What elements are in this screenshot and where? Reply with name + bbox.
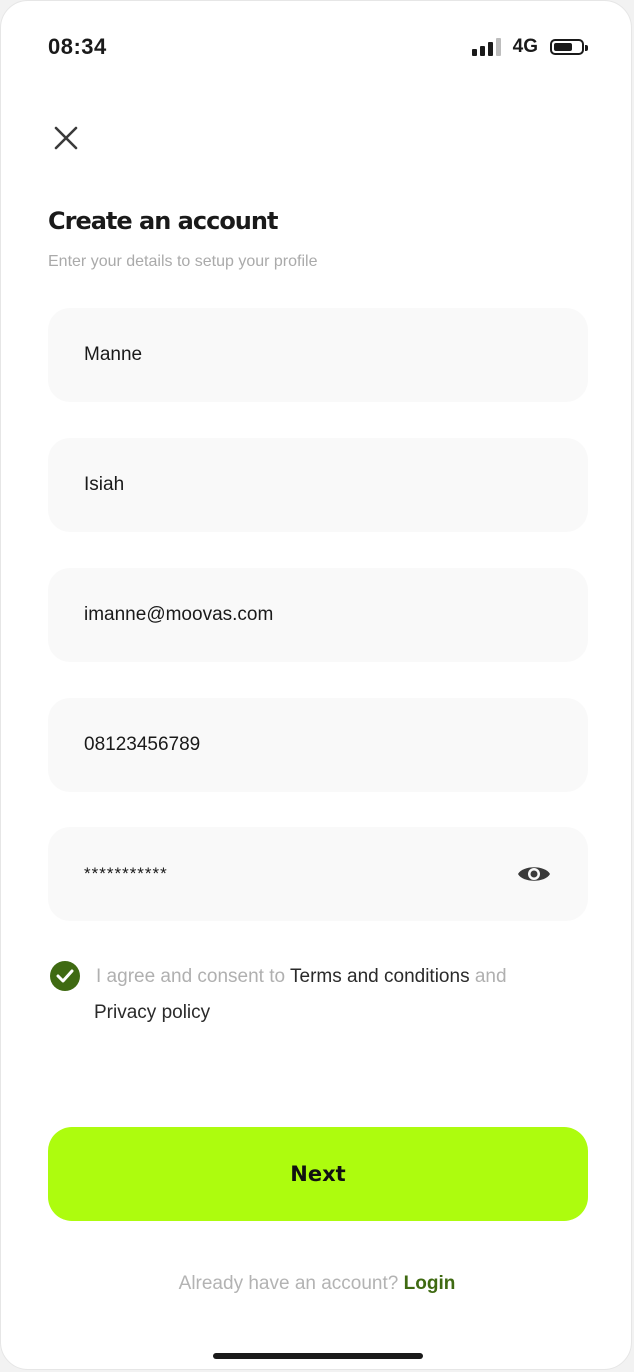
email-field[interactable] xyxy=(48,568,588,662)
last-name-field[interactable] xyxy=(48,438,588,532)
terms-link[interactable]: Terms and conditions xyxy=(290,966,470,987)
page-subtitle: Enter your details to setup your profile xyxy=(48,253,318,270)
home-indicator[interactable] xyxy=(213,1353,423,1359)
status-bar: 08:34 4G xyxy=(48,29,588,65)
agree-checkbox[interactable] xyxy=(50,961,80,991)
privacy-link[interactable]: Privacy policy xyxy=(94,1002,210,1023)
battery-icon xyxy=(550,39,588,55)
network-type: 4G xyxy=(512,36,538,57)
phone-input[interactable] xyxy=(84,734,552,756)
close-button[interactable] xyxy=(49,121,83,155)
phone-screen: 08:34 4G Create an account Enter your de… xyxy=(0,0,632,1370)
password-field[interactable]: *********** xyxy=(48,827,588,921)
login-prompt: Already have an account? Login xyxy=(1,1273,631,1295)
next-button[interactable]: Next xyxy=(48,1127,588,1221)
login-link[interactable]: Login xyxy=(404,1273,456,1294)
close-icon xyxy=(54,126,78,150)
login-prompt-text: Already have an account? xyxy=(178,1273,404,1294)
eye-icon xyxy=(518,867,550,881)
password-input[interactable]: *********** xyxy=(84,864,516,884)
email-input[interactable] xyxy=(84,604,552,626)
agreement-conjunction: and xyxy=(469,966,507,987)
battery-level xyxy=(554,43,573,51)
terms-agreement: I agree and consent to Terms and conditi… xyxy=(48,959,568,1031)
page-title: Create an account xyxy=(48,207,278,235)
status-icons: 4G xyxy=(471,36,588,58)
agreement-prefix: I agree and consent to xyxy=(96,966,291,987)
signal-icon xyxy=(471,38,501,56)
first-name-field[interactable] xyxy=(48,308,588,402)
checkmark-icon xyxy=(56,969,74,983)
status-time: 08:34 xyxy=(48,34,107,59)
last-name-input[interactable] xyxy=(84,474,552,496)
first-name-input[interactable] xyxy=(84,344,552,366)
password-visibility-toggle[interactable] xyxy=(516,856,552,892)
phone-field[interactable] xyxy=(48,698,588,792)
agreement-text: I agree and consent to Terms and conditi… xyxy=(48,959,568,1031)
